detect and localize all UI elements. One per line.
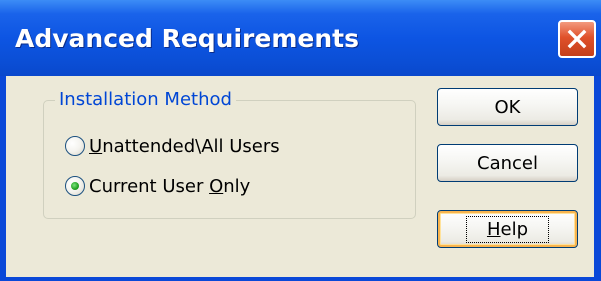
help-button[interactable]: Help bbox=[437, 210, 578, 248]
dialog-body: Installation Method Unattended\All Users… bbox=[6, 76, 594, 277]
mnemonic-h: H bbox=[486, 218, 501, 240]
installation-method-group: Installation Method Unattended\All Users… bbox=[43, 89, 416, 219]
close-button[interactable] bbox=[558, 20, 596, 58]
radio-label-current-user: Current User Only bbox=[89, 176, 250, 197]
window-title: Advanced Requirements bbox=[15, 24, 359, 53]
mnemonic-u: U bbox=[89, 135, 103, 157]
radio-label-current-user-rest: nly bbox=[223, 175, 251, 197]
radio-label-current-user-before: Current User bbox=[89, 175, 210, 197]
radio-label-unattended: Unattended\All Users bbox=[89, 136, 280, 157]
title-bar[interactable]: Advanced Requirements bbox=[0, 0, 601, 76]
radio-current-user-only[interactable]: Current User Only bbox=[65, 173, 250, 199]
cancel-button[interactable]: Cancel bbox=[437, 144, 578, 182]
ok-button-label: OK bbox=[494, 96, 521, 118]
help-button-label-rest: elp bbox=[500, 218, 529, 240]
radio-unattended-all-users[interactable]: Unattended\All Users bbox=[65, 133, 280, 159]
close-icon bbox=[567, 29, 587, 49]
cancel-button-label: Cancel bbox=[477, 152, 538, 174]
help-button-label: Help bbox=[465, 215, 550, 243]
ok-button[interactable]: OK bbox=[437, 88, 578, 126]
mnemonic-o: O bbox=[209, 175, 224, 197]
radio-selected-dot bbox=[71, 182, 79, 190]
radio-label-unattended-rest: nattended\All Users bbox=[102, 135, 280, 157]
radio-button-unselected[interactable] bbox=[65, 136, 85, 156]
group-legend: Installation Method bbox=[55, 89, 236, 110]
radio-button-selected[interactable] bbox=[65, 176, 85, 196]
dialog-window: Advanced Requirements Installation Metho… bbox=[0, 0, 601, 281]
